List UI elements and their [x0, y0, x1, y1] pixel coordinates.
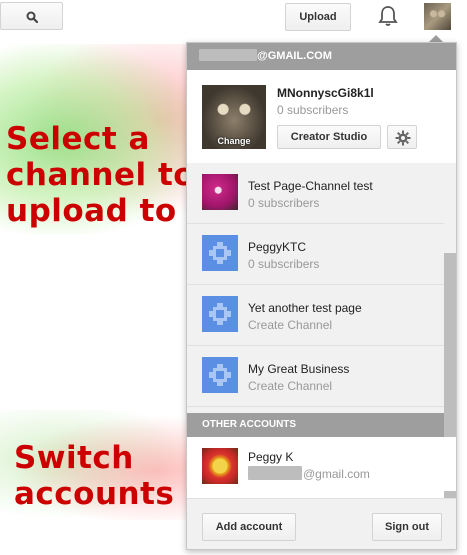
settings-button[interactable]: [387, 125, 417, 149]
sign-out-button[interactable]: Sign out: [372, 513, 442, 541]
channel-placeholder-icon: [202, 296, 238, 332]
email-domain: @gmail.com: [303, 467, 370, 481]
channel-title: My Great Business: [248, 362, 350, 376]
other-account-email: @gmail.com: [248, 466, 370, 481]
annotation-select-channel: Select a channel to upload to: [6, 121, 196, 229]
other-accounts-header: OTHER ACCOUNTS: [187, 413, 444, 437]
search-button[interactable]: [0, 2, 63, 30]
channel-subtitle: 0 subscribers: [248, 257, 320, 271]
masthead: Upload: [0, 0, 467, 36]
add-account-button[interactable]: Add account: [202, 513, 296, 541]
channel-subtitle: Create Channel: [248, 379, 333, 393]
search-icon: [26, 11, 38, 23]
annotation-switch-accounts: Switch accounts: [14, 440, 175, 512]
redacted-email: [248, 466, 302, 481]
account-email-header: @GMAIL.COM: [187, 43, 456, 70]
email-domain: @GMAIL.COM: [257, 50, 332, 62]
channel-subtitle: 0 subscribers: [248, 196, 320, 210]
creator-studio-button[interactable]: Creator Studio: [277, 125, 381, 149]
channel-placeholder-icon: [202, 235, 238, 271]
account-menu-footer: Add account Sign out: [187, 498, 456, 549]
channel-item[interactable]: Test Page-Channel test 0 subscribers: [187, 163, 444, 224]
gear-icon: [395, 130, 411, 146]
channel-item[interactable]: PeggyKTC 0 subscribers: [187, 224, 444, 285]
redacted-email: [199, 49, 257, 62]
channel-item[interactable]: My Great Business Create Channel: [187, 346, 444, 407]
current-channel-name: MNonnyscGi8k1l: [277, 86, 374, 100]
channel-item[interactable]: Yet another test page Create Channel: [187, 285, 444, 346]
account-menu: @GMAIL.COM Change MNonnyscGi8k1l 0 subsc…: [186, 42, 457, 550]
channel-list[interactable]: Test Page-Channel test 0 subscribers Peg…: [187, 163, 444, 413]
change-avatar-label[interactable]: Change: [202, 136, 266, 146]
channel-title: PeggyKTC: [248, 240, 307, 254]
channel-subtitle: Create Channel: [248, 318, 333, 332]
current-channel: Change MNonnyscGi8k1l 0 subscribers Crea…: [187, 70, 456, 163]
other-account-avatar: [202, 448, 238, 484]
other-account-item[interactable]: Peggy K @gmail.com: [187, 437, 456, 491]
channel-placeholder-icon: [202, 357, 238, 393]
current-channel-subscribers: 0 subscribers: [277, 103, 349, 117]
account-avatar-button[interactable]: [424, 3, 451, 30]
current-channel-avatar[interactable]: Change: [202, 85, 266, 149]
bell-icon[interactable]: [378, 5, 398, 27]
channel-title: Test Page-Channel test: [248, 179, 373, 193]
channel-title: Yet another test page: [248, 301, 362, 315]
other-account-name: Peggy K: [248, 450, 294, 464]
upload-button[interactable]: Upload: [285, 3, 351, 31]
channel-thumbnail: [202, 174, 238, 210]
